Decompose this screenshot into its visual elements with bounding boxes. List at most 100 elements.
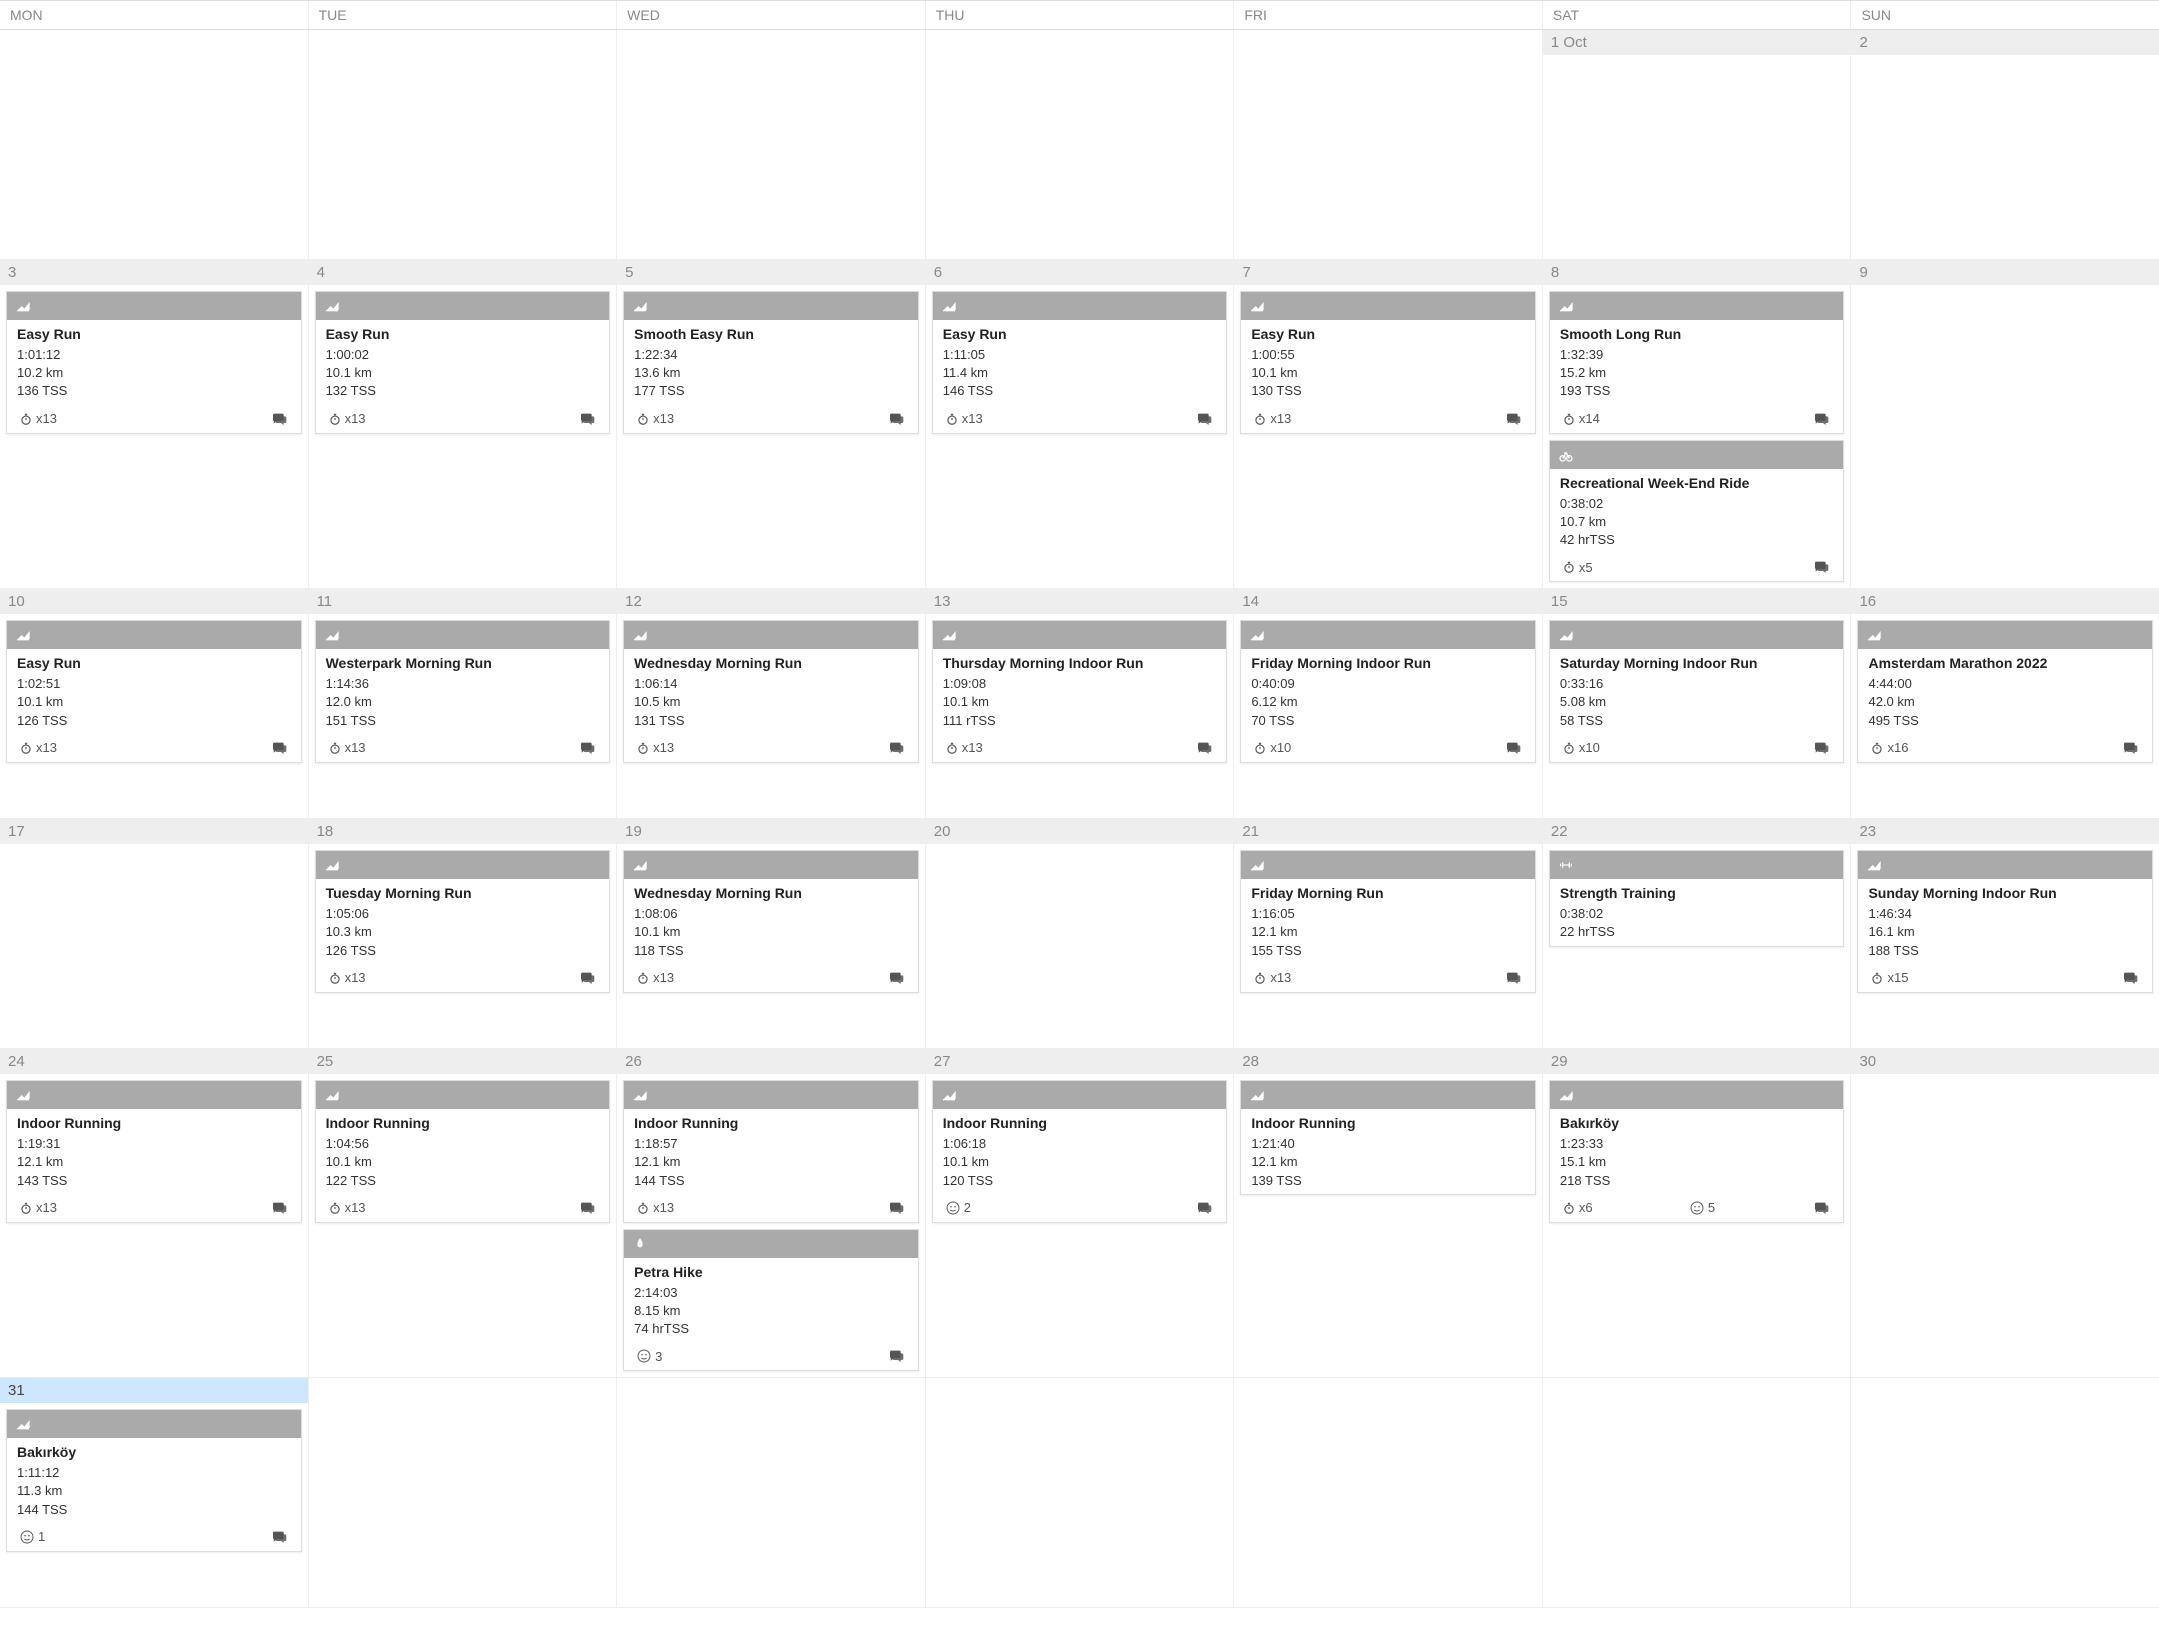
day-cell[interactable]: 1 Oct [1543,30,1852,260]
day-cell[interactable]: 21Friday Morning Run1:16:0512.1 km155 TS… [1234,819,1543,1049]
day-cell[interactable]: 13Thursday Morning Indoor Run1:09:0810.1… [926,589,1235,819]
workout-card[interactable]: Wednesday Morning Run1:06:1410.5 km131 T… [623,620,919,763]
day-number: 2 [1851,30,2159,55]
comments-button[interactable] [1811,1200,1831,1216]
comments-button[interactable] [1811,411,1831,427]
day-cell[interactable]: 22Strength Training0:38:0222 hrTSS [1543,819,1852,1049]
comments-button[interactable] [886,740,906,756]
comments-button[interactable] [886,970,906,986]
day-cell[interactable]: 5Smooth Easy Run1:22:3413.6 km177 TSSx13 [617,260,926,589]
workout-card[interactable]: Easy Run1:01:1210.2 km136 TSSx13 [6,291,302,434]
day-cell[interactable]: 27Indoor Running1:06:1810.1 km120 TSS2 [926,1049,1235,1378]
comments-button[interactable] [886,1200,906,1216]
day-number: 24 [0,1049,308,1074]
workout-tss: 139 TSS [1251,1172,1525,1190]
day-cell[interactable]: 4Easy Run1:00:0210.1 km132 TSSx13 [309,260,618,589]
day-cell[interactable]: 9 [1851,260,2159,589]
comments-button[interactable] [1194,1200,1214,1216]
workout-title: Bakırköy [1560,1115,1834,1131]
day-cell[interactable]: 28Indoor Running1:21:4012.1 km139 TSS [1234,1049,1543,1378]
workout-card[interactable]: Tuesday Morning Run1:05:0610.3 km126 TSS… [315,850,611,993]
comments-button[interactable] [269,1200,289,1216]
day-cell[interactable]: 30 [1851,1049,2159,1378]
workout-card[interactable]: Westerpark Morning Run1:14:3612.0 km151 … [315,620,611,763]
day-cell[interactable]: 18Tuesday Morning Run1:05:0610.3 km126 T… [309,819,618,1049]
workout-card[interactable]: Indoor Running1:04:5610.1 km122 TSSx13 [315,1080,611,1223]
day-cell[interactable]: 17 [0,819,309,1049]
workout-card[interactable]: Thursday Morning Indoor Run1:09:0810.1 k… [932,620,1228,763]
day-cell[interactable]: 26Indoor Running1:18:5712.1 km144 TSSx13… [617,1049,926,1378]
day-cell[interactable]: 19Wednesday Morning Run1:08:0610.1 km118… [617,819,926,1049]
comments-button[interactable] [269,1529,289,1545]
comments-button[interactable] [577,970,597,986]
comments-button[interactable] [1811,559,1831,575]
workout-card[interactable]: Smooth Easy Run1:22:3413.6 km177 TSSx13 [623,291,919,434]
comments-button[interactable] [2120,970,2140,986]
comments-button[interactable] [886,411,906,427]
day-cell[interactable]: 2 [1851,30,2159,260]
workout-card[interactable]: Amsterdam Marathon 20224:44:0042.0 km495… [1857,620,2153,763]
day-cell[interactable]: 16Amsterdam Marathon 20224:44:0042.0 km4… [1851,589,2159,819]
day-cell[interactable]: 31Bakırköy1:11:1211.3 km144 TSS1 [0,1378,309,1608]
workout-card[interactable]: Recreational Week-End Ride0:38:0210.7 km… [1549,440,1845,583]
day-cell[interactable]: 15Saturday Morning Indoor Run0:33:165.08… [1543,589,1852,819]
day-cell[interactable] [1543,1378,1852,1608]
workout-card[interactable]: Easy Run1:02:5110.1 km126 TSSx13 [6,620,302,763]
day-cell[interactable] [1234,30,1543,260]
comments-button[interactable] [1811,740,1831,756]
comments-button[interactable] [577,1200,597,1216]
day-cell[interactable] [0,30,309,260]
comments-button[interactable] [1503,970,1523,986]
day-cell[interactable]: 24 Indoor Running1:19:3112.1 km143 TSSx13 [0,1049,309,1378]
day-cell[interactable] [309,30,618,260]
day-cell[interactable] [617,1378,926,1608]
workout-card[interactable]: Bakırköy1:11:1211.3 km144 TSS1 [6,1409,302,1552]
workout-tss: 130 TSS [1251,382,1525,400]
workout-card[interactable]: Easy Run1:11:0511.4 km146 TSSx13 [932,291,1228,434]
day-cell[interactable]: 14Friday Morning Indoor Run0:40:096.12 k… [1234,589,1543,819]
workout-card[interactable]: Indoor Running1:19:3112.1 km143 TSSx13 [6,1080,302,1223]
day-cell[interactable]: 25Indoor Running1:04:5610.1 km122 TSSx13 [309,1049,618,1378]
day-cell[interactable] [309,1378,618,1608]
workout-card[interactable]: Easy Run1:00:5510.1 km130 TSSx13 [1240,291,1536,434]
day-cell[interactable]: 12Wednesday Morning Run1:06:1410.5 km131… [617,589,926,819]
workout-card[interactable]: Petra Hike2:14:038.15 km74 hrTSS3 [623,1229,919,1372]
comments-button[interactable] [1194,740,1214,756]
week-row: 1 Oct2 [0,30,2159,260]
day-cell[interactable] [1851,1378,2159,1608]
day-cell[interactable] [1234,1378,1543,1608]
workout-card[interactable]: Smooth Long Run1:32:3915.2 km193 TSSx14 [1549,291,1845,434]
comments-button[interactable] [269,740,289,756]
workout-card[interactable]: Friday Morning Run1:16:0512.1 km155 TSSx… [1240,850,1536,993]
workout-card[interactable]: Indoor Running1:06:1810.1 km120 TSS2 [932,1080,1228,1223]
comments-button[interactable] [269,411,289,427]
day-cell[interactable]: 6Easy Run1:11:0511.4 km146 TSSx13 [926,260,1235,589]
comments-button[interactable] [577,411,597,427]
workout-card[interactable]: Indoor Running1:18:5712.1 km144 TSSx13 [623,1080,919,1223]
workout-card[interactable]: Friday Morning Indoor Run0:40:096.12 km7… [1240,620,1536,763]
comments-button[interactable] [1503,411,1523,427]
day-cell[interactable] [617,30,926,260]
workout-card[interactable]: Saturday Morning Indoor Run0:33:165.08 k… [1549,620,1845,763]
comments-button[interactable] [1194,411,1214,427]
workout-card[interactable]: Sunday Morning Indoor Run1:46:3416.1 km1… [1857,850,2153,993]
comments-button[interactable] [886,1348,906,1364]
day-cell[interactable]: 11Westerpark Morning Run1:14:3612.0 km15… [309,589,618,819]
workout-card[interactable]: Indoor Running1:21:4012.1 km139 TSS [1240,1080,1536,1195]
workout-card[interactable]: Strength Training0:38:0222 hrTSS [1549,850,1845,946]
day-cell[interactable]: 3Easy Run1:01:1210.2 km136 TSSx13 [0,260,309,589]
workout-card[interactable]: Easy Run1:00:0210.1 km132 TSSx13 [315,291,611,434]
workout-card[interactable]: Bakırköy1:23:3315.1 km218 TSSx65 [1549,1080,1845,1223]
day-cell[interactable]: 20 [926,819,1235,1049]
comments-button[interactable] [2120,740,2140,756]
day-cell[interactable]: 8Smooth Long Run1:32:3915.2 km193 TSSx14… [1543,260,1852,589]
day-cell[interactable]: 10Easy Run1:02:5110.1 km126 TSSx13 [0,589,309,819]
day-cell[interactable] [926,1378,1235,1608]
day-cell[interactable]: 29Bakırköy1:23:3315.1 km218 TSSx65 [1543,1049,1852,1378]
comments-button[interactable] [577,740,597,756]
day-cell[interactable] [926,30,1235,260]
day-cell[interactable]: 7Easy Run1:00:5510.1 km130 TSSx13 [1234,260,1543,589]
day-cell[interactable]: 23Sunday Morning Indoor Run1:46:3416.1 k… [1851,819,2159,1049]
workout-card[interactable]: Wednesday Morning Run1:08:0610.1 km118 T… [623,850,919,993]
comments-button[interactable] [1503,740,1523,756]
